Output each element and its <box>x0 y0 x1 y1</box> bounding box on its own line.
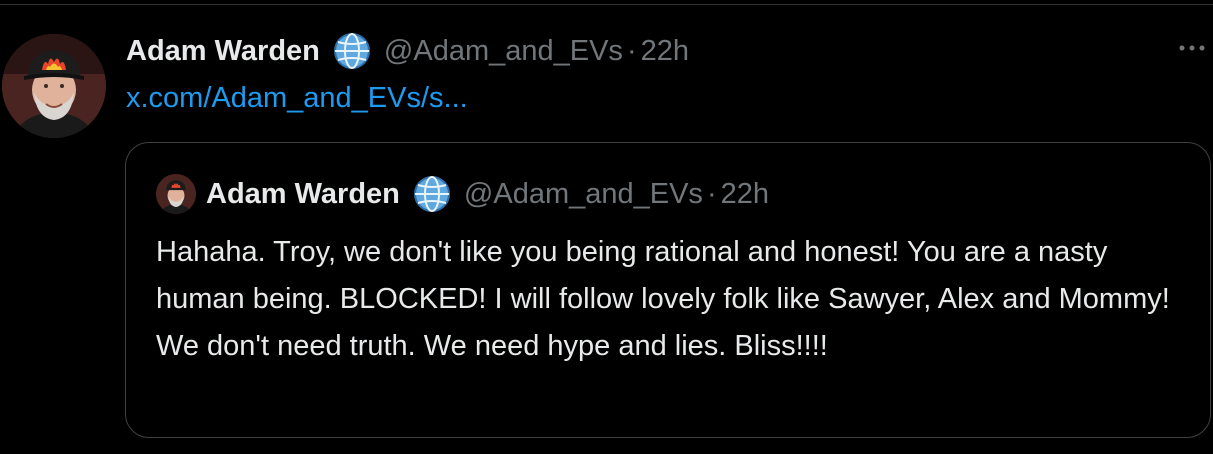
avatar[interactable] <box>2 34 106 138</box>
globe-icon <box>412 174 452 214</box>
post[interactable]: Adam Warden @Adam_and_EVs · 22h x.com/Ad… <box>0 0 1213 454</box>
separator-dot: · <box>626 34 637 67</box>
quoted-author-name[interactable]: Adam Warden <box>206 178 400 211</box>
post-timestamp[interactable]: 22h <box>641 35 689 68</box>
quoted-post[interactable]: Adam Warden @Adam_and_EVs · 22h Hahaha. … <box>125 142 1211 438</box>
author-handle[interactable]: @Adam_and_EVs <box>384 35 623 68</box>
author-name[interactable]: Adam Warden <box>126 35 320 68</box>
post-header: Adam Warden @Adam_and_EVs · 22h <box>126 30 689 72</box>
quoted-post-text: Hahaha. Troy, we don't like you being ra… <box>156 236 1170 362</box>
separator-dot: · <box>706 177 717 210</box>
quoted-post-timestamp[interactable]: 22h <box>721 178 769 211</box>
post-link[interactable]: x.com/Adam_and_EVs/s... <box>126 82 468 115</box>
quoted-avatar[interactable] <box>156 174 196 214</box>
quoted-post-header: Adam Warden @Adam_and_EVs · 22h <box>156 173 769 215</box>
quoted-author-handle[interactable]: @Adam_and_EVs <box>464 178 703 211</box>
globe-icon <box>332 31 372 71</box>
more-options-icon[interactable] <box>1177 38 1207 58</box>
